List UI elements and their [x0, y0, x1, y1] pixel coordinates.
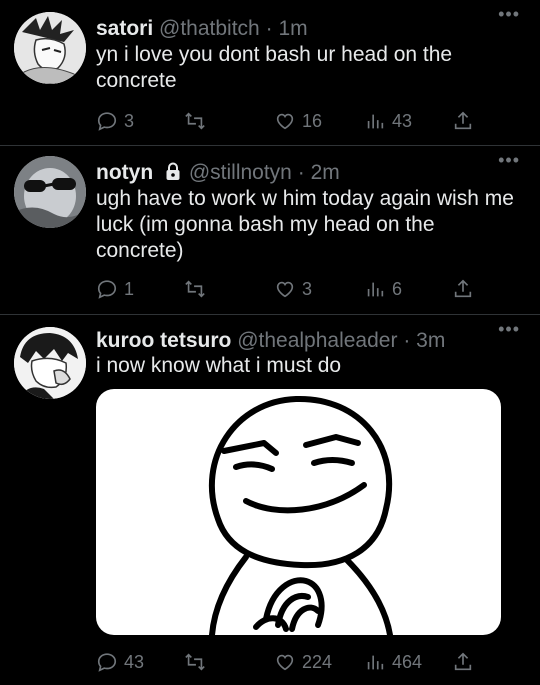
tweet[interactable]: satori @thatbitch · 1m ••• yn i love you… — [0, 0, 540, 145]
reply-icon — [97, 653, 117, 672]
more-icon[interactable]: ••• — [498, 319, 520, 340]
tweet[interactable]: notyn @stillnotyn · 2m ••• ugh have to w… — [0, 146, 540, 314]
share-icon — [454, 652, 472, 671]
tweet[interactable]: kuroo tetsuro @thealphaleader · 3m ••• i… — [0, 315, 540, 685]
like-count: 224 — [302, 651, 333, 672]
like-icon — [276, 654, 294, 671]
reply-count: 1 — [124, 278, 135, 299]
reply-button[interactable]: 1 — [96, 278, 134, 300]
views-icon — [367, 655, 384, 670]
timestamp[interactable]: 2m — [311, 161, 340, 184]
view-count: 43 — [392, 110, 413, 131]
reply-icon — [97, 112, 117, 131]
like-button[interactable]: 16 — [274, 110, 322, 132]
share-button[interactable] — [452, 278, 480, 300]
retweet-button[interactable] — [184, 651, 212, 673]
display-name[interactable]: notyn — [96, 161, 153, 184]
avatar[interactable] — [14, 156, 86, 228]
views-button[interactable]: 43 — [364, 110, 412, 132]
retweet-icon — [185, 280, 205, 298]
reply-button[interactable]: 43 — [96, 651, 144, 673]
view-count: 6 — [392, 278, 403, 299]
handle[interactable]: @stillnotyn — [189, 161, 292, 184]
like-count: 3 — [302, 278, 313, 299]
tweet-text: yn i love you dont bash ur head on the c… — [96, 43, 453, 92]
display-name[interactable]: satori — [96, 17, 153, 40]
reply-button[interactable]: 3 — [96, 110, 134, 132]
timestamp[interactable]: 1m — [278, 17, 307, 40]
avatar[interactable] — [14, 12, 86, 84]
avatar[interactable] — [14, 327, 86, 399]
separator-dot: · — [265, 17, 273, 40]
separator-dot: · — [297, 161, 305, 184]
tweet-text: i now know what i must do — [96, 354, 342, 377]
views-icon — [367, 114, 384, 129]
retweet-button[interactable] — [184, 278, 212, 300]
views-button[interactable]: 6 — [364, 278, 402, 300]
like-button[interactable]: 3 — [274, 278, 312, 300]
separator-dot: · — [403, 329, 411, 352]
handle[interactable]: @thealphaleader — [237, 329, 397, 352]
smug-face-drawing — [208, 395, 393, 635]
reply-count: 3 — [124, 110, 135, 131]
handle[interactable]: @thatbitch — [159, 17, 260, 40]
tweet-header: satori @thatbitch · 1m — [96, 16, 308, 42]
more-icon[interactable]: ••• — [498, 4, 520, 25]
share-button[interactable] — [452, 651, 480, 673]
reply-icon — [97, 280, 117, 299]
like-icon — [276, 281, 294, 298]
views-icon — [367, 282, 384, 297]
more-icon[interactable]: ••• — [498, 150, 520, 171]
tweet-image[interactable] — [96, 389, 501, 635]
share-icon — [454, 111, 472, 130]
lock-icon — [166, 162, 180, 180]
view-count: 464 — [392, 651, 423, 672]
timestamp[interactable]: 3m — [416, 329, 445, 352]
display-name[interactable]: kuroo tetsuro — [96, 329, 231, 352]
like-count: 16 — [302, 110, 323, 131]
tweet-actions: 1 3 6 — [96, 278, 486, 304]
retweet-icon — [185, 112, 205, 130]
like-icon — [276, 113, 294, 130]
share-icon — [454, 279, 472, 298]
tweet-header: kuroo tetsuro @thealphaleader · 3m — [96, 328, 445, 354]
views-button[interactable]: 464 — [364, 651, 422, 673]
reply-count: 43 — [124, 651, 145, 672]
like-button[interactable]: 224 — [274, 651, 332, 673]
share-button[interactable] — [452, 110, 480, 132]
tweet-header: notyn @stillnotyn · 2m — [96, 160, 340, 186]
retweet-button[interactable] — [184, 110, 212, 132]
tweet-text: ugh have to work w him today again wish … — [96, 187, 514, 262]
retweet-icon — [185, 653, 205, 671]
tweet-actions: 3 16 43 — [96, 110, 486, 136]
tweet-actions: 43 224 464 — [96, 651, 486, 677]
